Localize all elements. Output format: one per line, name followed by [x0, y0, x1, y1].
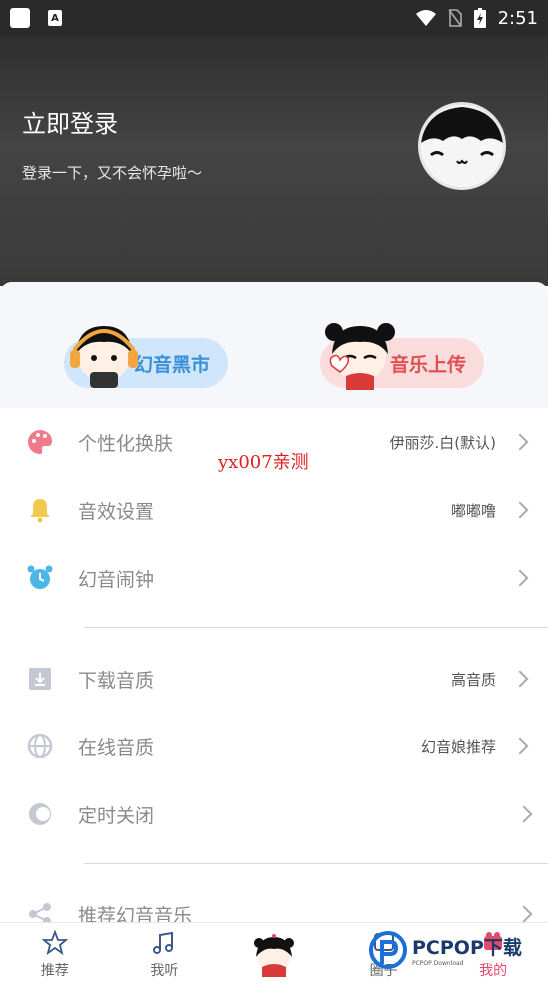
square-icon [10, 8, 30, 28]
avatar-face-icon [421, 105, 503, 187]
download-icon [26, 665, 54, 693]
battery-charging-icon [473, 8, 486, 28]
chevron-right-icon [515, 905, 533, 923]
chevron-right-icon [511, 433, 529, 451]
nav-recommend[interactable]: 推荐 [0, 923, 110, 987]
alarm-clock-icon [26, 564, 54, 592]
pcpop-brand: PCPOP下载 [412, 937, 522, 959]
login-subtitle: 登录一下，又不会怀孕啦～ [22, 164, 203, 182]
timer-close-item[interactable]: 定时关闭 [0, 780, 548, 848]
section-divider [84, 627, 548, 628]
online-quality-value: 幻音娘推荐 [420, 737, 496, 756]
pcpop-tagline: PCPOP Download [412, 960, 464, 967]
avatar[interactable] [418, 102, 506, 190]
login-title[interactable]: 立即登录 [22, 104, 118, 139]
nav-listen-label: 我听 [150, 963, 179, 979]
skin-setting-label: 个性化换肤 [78, 432, 174, 455]
chevron-right-icon [511, 737, 529, 755]
girl-heart-icon [325, 323, 395, 390]
download-quality-label: 下载音质 [78, 669, 155, 692]
bell-icon [26, 496, 54, 524]
online-quality-label: 在线音质 [78, 736, 155, 759]
status-bar: A 2:51 [0, 0, 548, 36]
globe-icon [26, 732, 54, 760]
chevron-right-icon [511, 670, 529, 688]
sound-effect-value: 嘟嘟噜 [450, 501, 496, 520]
login-header[interactable]: 立即登录 登录一下，又不会怀孕啦～ [0, 36, 548, 286]
girl-headphones-icon [70, 326, 138, 388]
alarm-label: 幻音闹钟 [78, 568, 155, 591]
online-quality-item[interactable]: 在线音质 幻音娘推荐 [0, 712, 548, 780]
sound-effect-label: 音效设置 [78, 500, 155, 523]
sound-effect-item[interactable]: 音效设置 嘟嘟噜 [0, 476, 548, 544]
watermark-text: yx007亲测 [218, 452, 309, 473]
nav-listen[interactable]: 我听 [110, 923, 220, 987]
music-note-icon [153, 931, 174, 954]
download-quality-value: 高音质 [450, 670, 496, 689]
wifi-icon [415, 10, 436, 26]
nav-center[interactable] [219, 923, 329, 987]
black-market-label: 幻音黑市 [134, 353, 211, 376]
status-time: 2:51 [497, 7, 538, 29]
no-sim-icon [447, 9, 462, 27]
pcpop-logo-icon [369, 931, 407, 969]
feature-row: 幻音黑市 音乐上传 [0, 282, 548, 408]
pcpop-watermark: PCPOP下载 PCPOP Download [368, 930, 522, 970]
palette-icon [26, 428, 54, 456]
music-upload-label: 音乐上传 [390, 353, 467, 376]
section-divider [84, 863, 548, 864]
chevron-right-icon [511, 501, 529, 519]
chevron-right-icon [515, 805, 533, 823]
nav-recommend-label: 推荐 [40, 963, 69, 979]
text-a-icon: A [48, 10, 62, 26]
download-quality-item[interactable]: 下载音质 高音质 [0, 645, 548, 713]
timer-close-label: 定时关闭 [78, 804, 155, 827]
star-icon [41, 930, 68, 956]
mascot-center-icon [253, 934, 294, 977]
skin-setting-value: 伊丽莎.白(默认) [389, 433, 496, 452]
alarm-item[interactable]: 幻音闹钟 [0, 544, 548, 612]
toggle-icon [26, 800, 54, 828]
chevron-right-icon [511, 569, 529, 587]
